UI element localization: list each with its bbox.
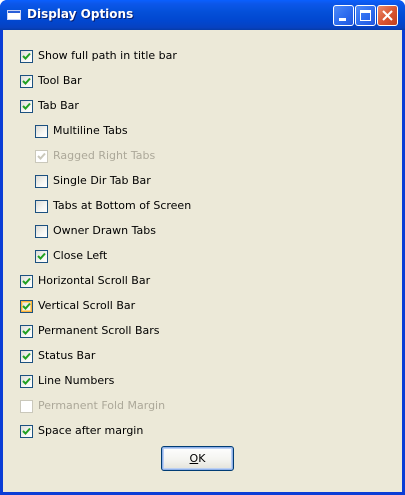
checkbox-tab-bar[interactable] [20,99,33,113]
minimize-icon [339,18,346,21]
option-label: Horizontal Scroll Bar [38,274,151,287]
minimize-button[interactable] [333,5,354,26]
checkmark-icon [22,352,31,360]
checkbox-line-numbers[interactable] [20,374,33,388]
option-label: Show full path in title bar [38,49,177,62]
option-single-dir-tab-bar[interactable]: Single Dir Tab Bar [35,174,151,188]
checkmark-icon [22,102,31,110]
checkmark-icon [22,327,31,335]
title-bar[interactable]: Display Options [0,0,405,30]
option-label: Ragged Right Tabs [53,149,156,162]
checkbox-status-bar[interactable] [20,349,33,363]
option-label: Permanent Scroll Bars [38,324,160,337]
option-tool-bar[interactable]: Tool Bar [20,74,82,88]
ok-button[interactable]: OK [161,446,234,471]
option-space-after-margin[interactable]: Space after margin [20,424,143,438]
checkmark-icon [22,302,31,310]
option-owner-drawn-tabs[interactable]: Owner Drawn Tabs [35,224,156,238]
option-label: Tool Bar [38,74,82,87]
option-label: Vertical Scroll Bar [38,299,136,312]
checkmark-icon [22,277,31,285]
checkbox-tabs-at-bottom[interactable] [35,199,48,213]
option-status-bar[interactable]: Status Bar [20,349,95,363]
checkbox-permanent-scroll-bars[interactable] [20,324,33,338]
option-label: Line Numbers [38,374,115,387]
option-vertical-scroll-bar[interactable]: Vertical Scroll Bar [20,299,135,313]
dialog-body: Show full path in title bar Tool Bar Tab B… [3,30,402,492]
window-title: Display Options [27,7,134,21]
option-tab-bar[interactable]: Tab Bar [20,99,79,113]
window-icon [7,10,21,20]
option-label: Permanent Fold Margin [38,399,166,412]
option-permanent-scroll-bars[interactable]: Permanent Scroll Bars [20,324,160,338]
checkmark-icon [37,252,46,260]
option-tabs-at-bottom[interactable]: Tabs at Bottom of Screen [35,199,191,213]
checkmark-icon [37,152,46,160]
checkbox-owner-drawn-tabs[interactable] [35,224,48,238]
checkbox-vertical-scroll-bar[interactable] [20,299,33,313]
checkbox-ragged-right-tabs [35,149,48,163]
close-button[interactable] [377,5,398,26]
close-icon [382,10,393,21]
option-close-left[interactable]: Close Left [35,249,107,263]
option-horizontal-scroll-bar[interactable]: Horizontal Scroll Bar [20,274,150,288]
checkmark-icon [22,52,31,60]
option-show-full-path[interactable]: Show full path in title bar [20,49,177,63]
ok-label-rest: K [198,452,206,465]
checkbox-horizontal-scroll-bar[interactable] [20,274,33,288]
ok-mnemonic: O [189,452,199,465]
checkbox-show-full-path[interactable] [20,49,33,63]
option-label: Tabs at Bottom of Screen [53,199,192,212]
option-label: Tab Bar [38,99,79,112]
option-label: Single Dir Tab Bar [53,174,151,187]
option-label: Multiline Tabs [53,124,128,137]
checkbox-tool-bar[interactable] [20,74,33,88]
checkmark-icon [22,427,31,435]
checkbox-single-dir-tab-bar[interactable] [35,174,48,188]
display-options-dialog: Display Options Show full path in title … [0,0,405,495]
option-label: Close Left [53,249,108,262]
option-label: Space after margin [38,424,144,437]
option-permanent-fold-margin: Permanent Fold Margin [20,399,165,413]
option-multiline-tabs[interactable]: Multiline Tabs [35,124,128,138]
checkbox-close-left[interactable] [35,249,48,263]
option-label: Status Bar [38,349,96,362]
checkmark-icon [22,77,31,85]
maximize-icon [360,10,371,21]
checkbox-permanent-fold-margin [20,399,33,413]
checkbox-multiline-tabs[interactable] [35,124,48,138]
maximize-button[interactable] [355,5,376,26]
checkbox-space-after-margin[interactable] [20,424,33,438]
option-line-numbers[interactable]: Line Numbers [20,374,114,388]
checkmark-icon [22,377,31,385]
option-ragged-right-tabs: Ragged Right Tabs [35,149,155,163]
option-label: Owner Drawn Tabs [53,224,156,237]
